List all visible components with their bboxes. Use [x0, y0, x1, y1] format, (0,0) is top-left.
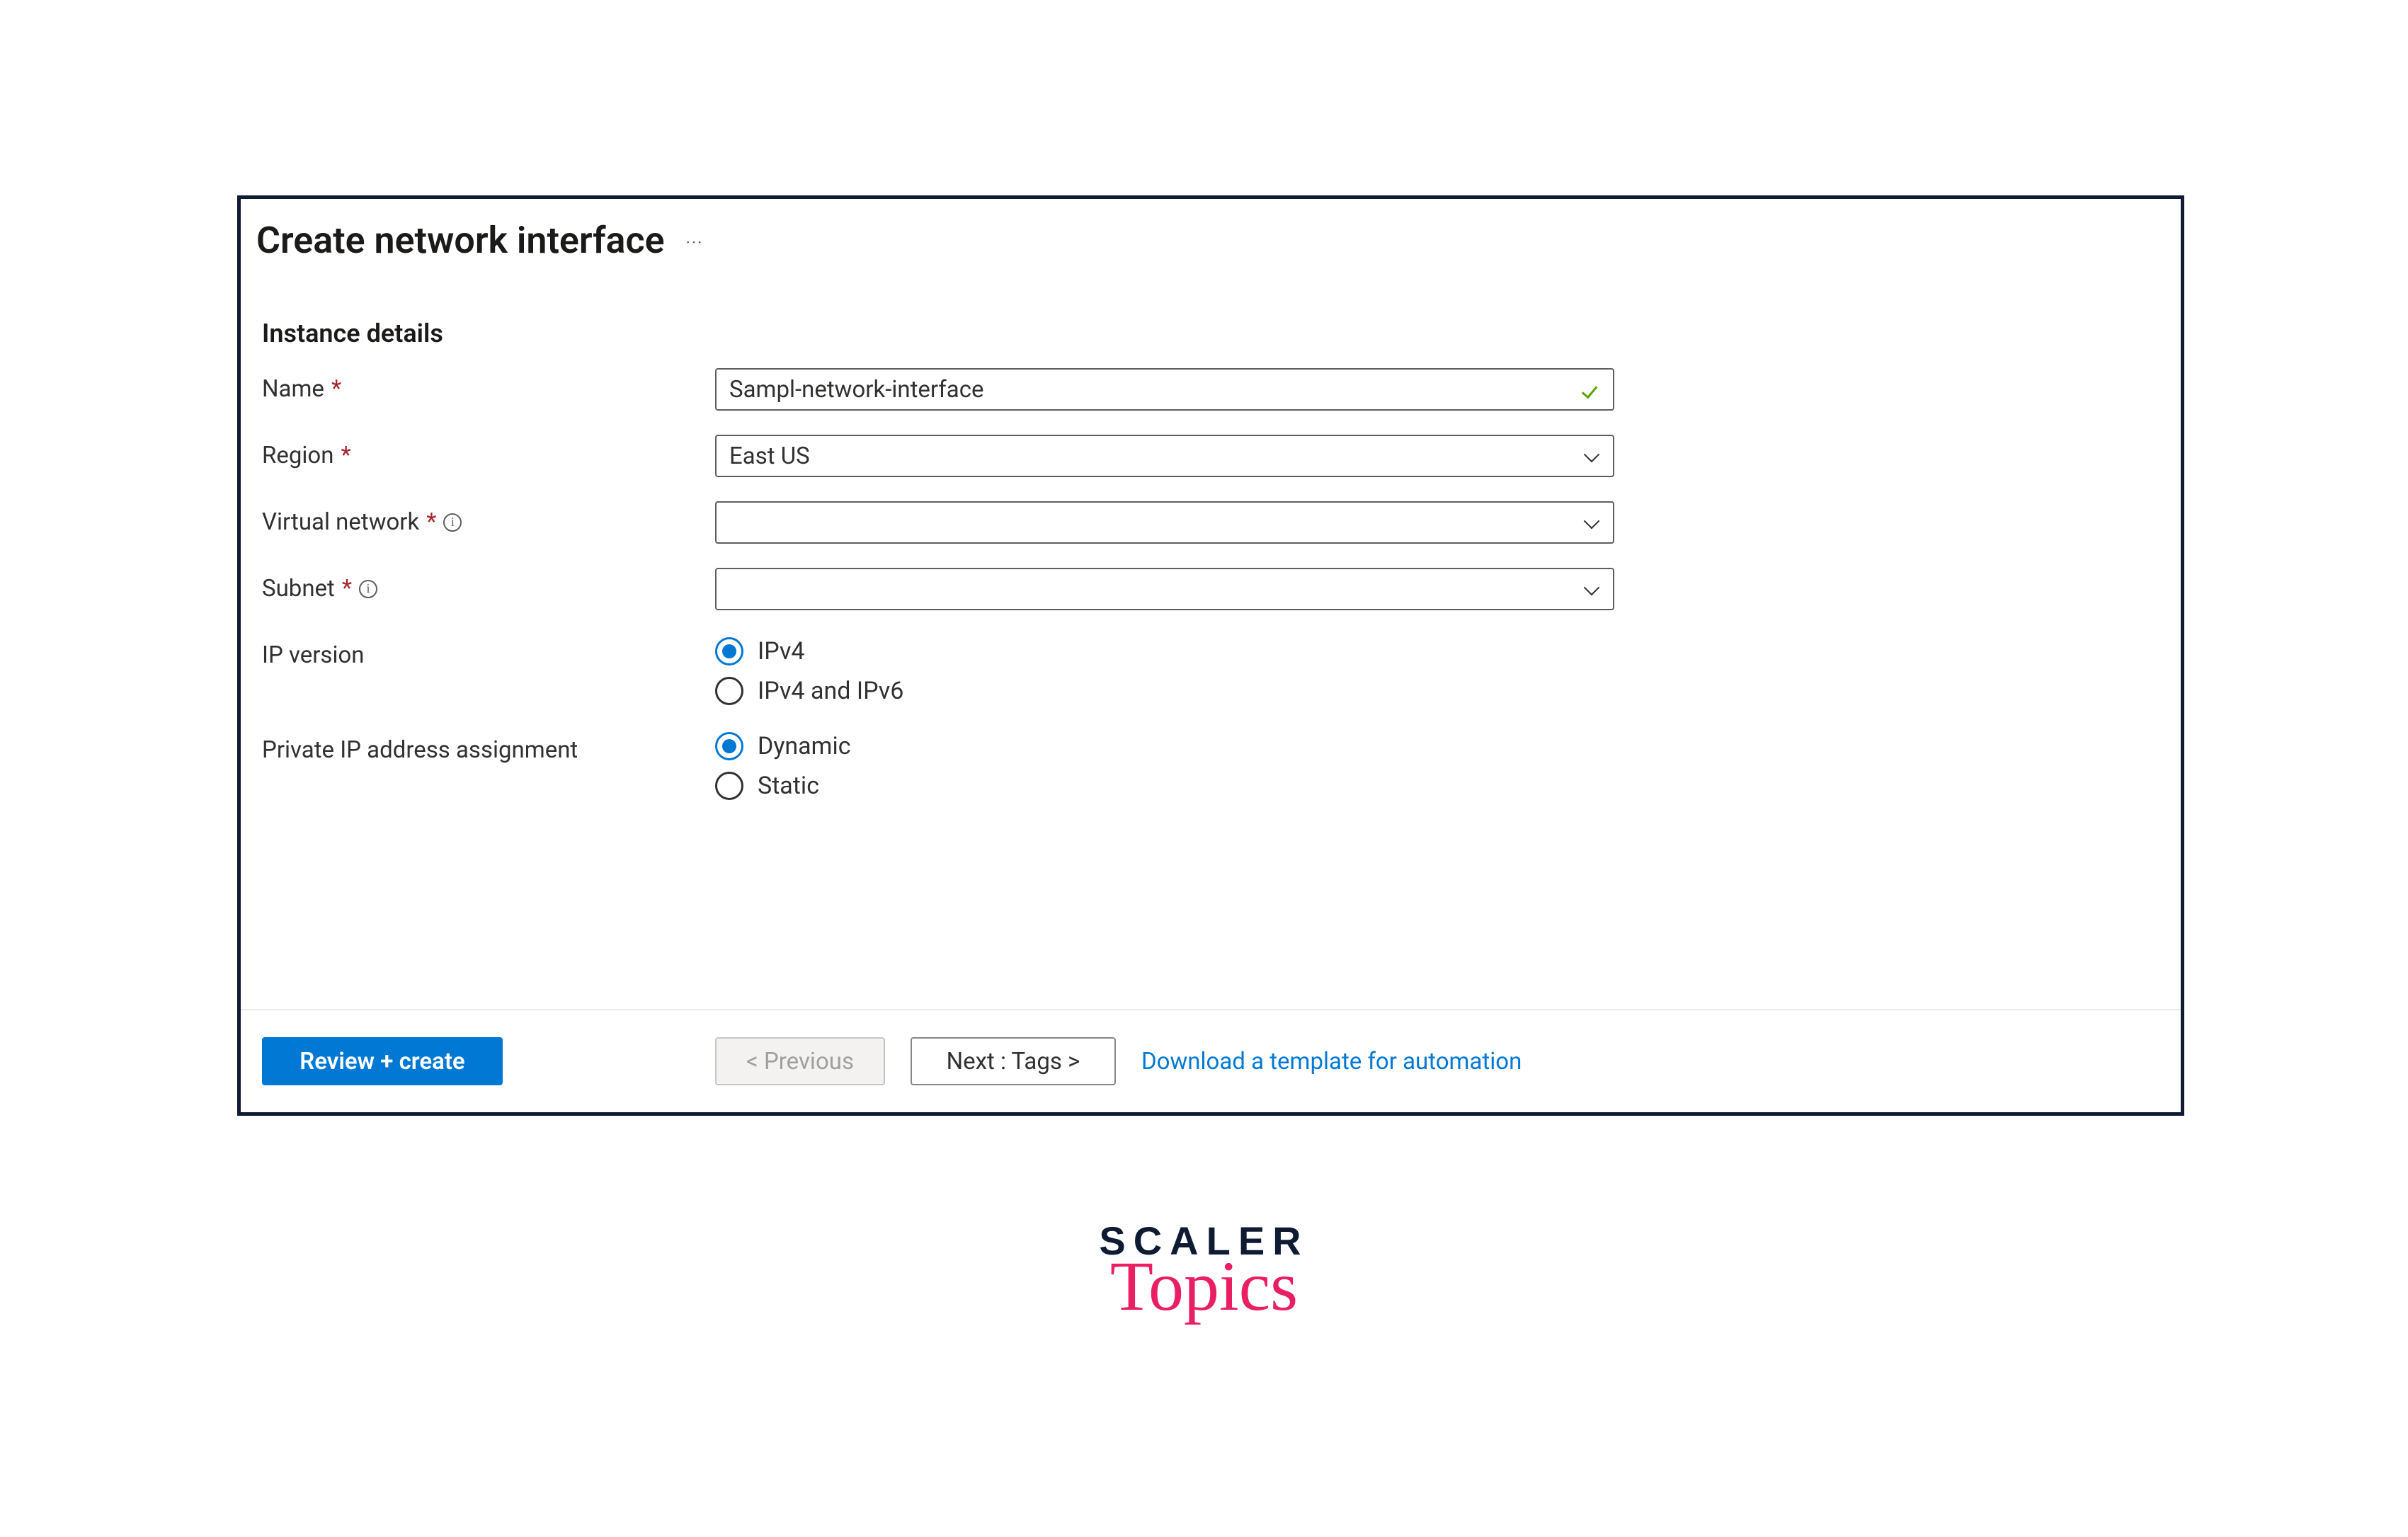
ipversion-radio-group: IPv4 IPv4 and IPv6 — [715, 634, 903, 705]
label-privateip-text: Private IP address assignment — [262, 736, 578, 764]
review-create-button[interactable]: Review + create — [262, 1037, 503, 1085]
panel-header: Create network interface ··· — [241, 199, 2181, 299]
label-vnet: Virtual network * i — [262, 501, 715, 536]
region-select[interactable]: East US — [715, 435, 1614, 477]
name-input-wrapper[interactable]: Sampl-network-interface — [715, 368, 1614, 411]
radio-static-label: Static — [758, 772, 819, 800]
chevron-down-icon — [1583, 447, 1600, 464]
label-name-text: Name — [262, 375, 324, 403]
radio-ipv4-label: IPv4 — [758, 637, 805, 665]
vnet-select[interactable] — [715, 501, 1614, 544]
label-subnet: Subnet * i — [262, 568, 715, 602]
section-heading: Instance details — [262, 319, 2159, 348]
label-subnet-text: Subnet — [262, 575, 335, 602]
label-vnet-text: Virtual network — [262, 508, 419, 536]
more-icon[interactable]: ··· — [686, 229, 704, 253]
footer-right-group: < Previous Next : Tags > Download a temp… — [715, 1037, 1522, 1085]
radio-dynamic[interactable]: Dynamic — [715, 732, 851, 760]
form-area: Instance details Name * Sampl-network-in… — [241, 299, 2181, 1009]
info-icon[interactable]: i — [443, 513, 462, 532]
radio-button-icon — [715, 637, 743, 665]
subnet-select[interactable] — [715, 568, 1614, 610]
radio-button-icon — [715, 677, 743, 705]
check-icon — [1579, 379, 1600, 400]
page-title: Create network interface — [256, 219, 665, 262]
radio-ipv4-ipv6-label: IPv4 and IPv6 — [758, 677, 903, 705]
chevron-down-icon — [1583, 514, 1600, 531]
required-asterisk: * — [426, 508, 436, 536]
radio-button-icon — [715, 732, 743, 760]
info-icon[interactable]: i — [359, 580, 377, 598]
radio-dynamic-label: Dynamic — [758, 732, 851, 760]
download-template-link[interactable]: Download a template for automation — [1141, 1048, 1522, 1075]
required-asterisk: * — [331, 375, 341, 403]
required-asterisk: * — [342, 575, 352, 602]
row-vnet: Virtual network * i — [262, 501, 2159, 544]
label-privateip: Private IP address assignment — [262, 729, 715, 764]
create-network-interface-panel: Create network interface ··· Instance de… — [237, 195, 2184, 1116]
required-asterisk: * — [341, 442, 350, 469]
previous-button: < Previous — [715, 1037, 885, 1085]
row-name: Name * Sampl-network-interface — [262, 368, 2159, 411]
radio-button-icon — [715, 772, 743, 800]
radio-ipv4[interactable]: IPv4 — [715, 637, 903, 665]
label-ipversion: IP version — [262, 634, 715, 669]
chevron-down-icon — [1583, 581, 1600, 598]
scaler-topics-logo: SCALER Topics — [1099, 1218, 1308, 1327]
label-region-text: Region — [262, 442, 333, 469]
row-region: Region * East US — [262, 435, 2159, 477]
label-name: Name * — [262, 368, 715, 403]
radio-ipv4-ipv6[interactable]: IPv4 and IPv6 — [715, 677, 903, 705]
radio-static[interactable]: Static — [715, 772, 851, 800]
row-ipversion: IP version IPv4 IPv4 and IPv6 — [262, 634, 2159, 705]
row-privateip: Private IP address assignment Dynamic St… — [262, 729, 2159, 800]
region-value: East US — [729, 442, 1583, 470]
panel-footer: Review + create < Previous Next : Tags >… — [241, 1009, 2181, 1112]
logo-line2: Topics — [1099, 1245, 1308, 1327]
label-region: Region * — [262, 435, 715, 469]
name-input[interactable]: Sampl-network-interface — [729, 376, 1579, 404]
row-subnet: Subnet * i — [262, 568, 2159, 610]
label-ipversion-text: IP version — [262, 641, 365, 669]
privateip-radio-group: Dynamic Static — [715, 729, 851, 800]
next-button[interactable]: Next : Tags > — [911, 1037, 1116, 1085]
